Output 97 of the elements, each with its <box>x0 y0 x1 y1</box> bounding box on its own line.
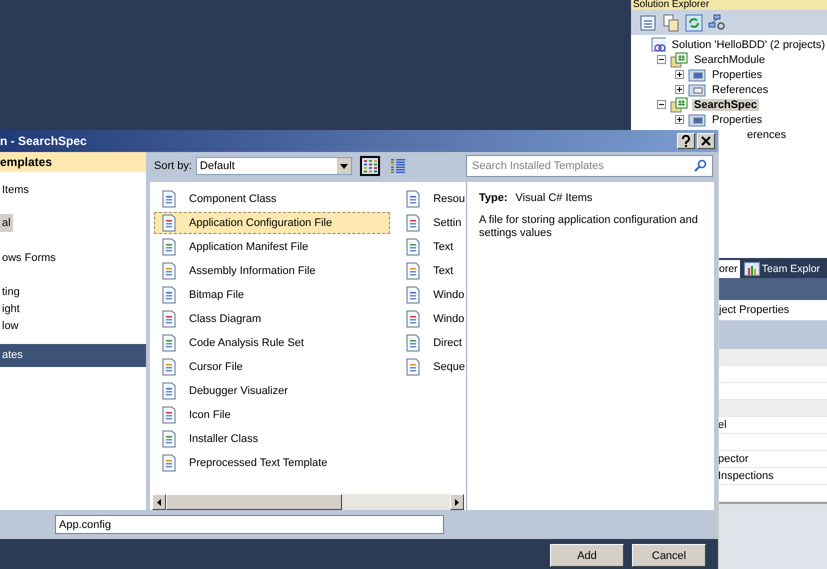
document-icon <box>405 190 422 208</box>
document-icon <box>161 214 177 232</box>
tree-item[interactable]: erences <box>745 128 788 140</box>
right-arrow-icon <box>455 498 459 506</box>
document-icon <box>405 214 422 232</box>
category-item[interactable]: ows Forms <box>0 252 58 264</box>
tree-item[interactable]: References <box>710 84 770 96</box>
expander-toggle[interactable] <box>657 100 666 109</box>
left-arrow-icon <box>157 498 161 506</box>
search-field[interactable]: Search Installed Templates <box>466 155 713 177</box>
sort-dropdown[interactable]: Default <box>196 157 352 175</box>
expander-toggle[interactable] <box>675 85 684 94</box>
scroll-left-button[interactable] <box>152 494 166 510</box>
category-item[interactable]: ight <box>0 303 22 315</box>
properties-icon[interactable] <box>639 14 657 32</box>
csharp-project-icon <box>670 52 688 68</box>
tree-item[interactable]: Properties <box>710 68 764 80</box>
add-button[interactable]: Add <box>550 544 624 567</box>
category-item[interactable]: Items <box>0 184 31 196</box>
document-icon <box>161 358 177 376</box>
help-button[interactable] <box>677 133 695 149</box>
template-item[interactable]: Application Manifest File <box>154 236 390 258</box>
close-button[interactable] <box>697 133 715 149</box>
document-icon <box>405 262 422 280</box>
cancel-button[interactable]: Cancel <box>632 544 706 567</box>
property-name: Inspections <box>718 470 774 482</box>
tree-item[interactable]: Solution 'HelloBDD' (2 projects) <box>670 38 827 50</box>
search-icon <box>694 159 707 172</box>
category-item[interactable]: ates <box>0 349 25 361</box>
tree-item[interactable]: SearchSpec <box>692 98 759 110</box>
document-icon <box>405 310 422 328</box>
template-item[interactable]: Seque <box>398 356 466 378</box>
refresh-icon[interactable] <box>685 14 703 32</box>
document-icon <box>405 286 422 304</box>
expander-toggle[interactable] <box>675 115 684 124</box>
template-item[interactable]: Windo <box>398 284 466 306</box>
medium-icons-view-button[interactable] <box>360 156 380 176</box>
template-item[interactable]: Resou <box>398 188 466 210</box>
template-item[interactable]: Settin <box>398 212 466 234</box>
csharp-project-icon <box>670 96 688 112</box>
template-item[interactable]: Text <box>398 236 466 258</box>
horizontal-scrollbar[interactable] <box>152 494 464 510</box>
document-icon <box>161 262 177 280</box>
document-icon <box>161 190 177 208</box>
document-icon <box>161 238 177 256</box>
template-item[interactable]: Component Class <box>154 188 390 210</box>
panel-tab[interactable]: orer <box>717 260 740 278</box>
bar-chart-icon <box>744 262 760 276</box>
document-icon <box>161 430 177 448</box>
template-item[interactable]: Code Analysis Rule Set <box>154 332 390 354</box>
diagram-search-icon[interactable] <box>708 14 726 32</box>
expander-toggle[interactable] <box>657 55 666 64</box>
category-item[interactable]: ting <box>0 286 22 298</box>
template-item[interactable]: Application Configuration File <box>154 212 390 234</box>
template-item[interactable]: Preprocessed Text Template <box>154 452 390 474</box>
file-name-field[interactable]: App.config <box>55 515 444 534</box>
type-label: Type: <box>479 192 508 204</box>
template-item[interactable]: Bitmap File <box>154 284 390 306</box>
folder-references-icon <box>688 82 706 98</box>
category-item[interactable]: al <box>0 214 13 232</box>
template-item[interactable]: Text <box>398 260 466 282</box>
scroll-right-button[interactable] <box>450 494 464 510</box>
panel-tab[interactable]: Team Explor <box>742 260 822 278</box>
document-icon <box>161 454 177 472</box>
template-description: A file for storing application configuration and settings values <box>479 214 699 240</box>
category-item[interactable]: low <box>0 320 21 332</box>
document-icon <box>161 286 177 304</box>
scrollbar-thumb[interactable] <box>166 494 342 510</box>
template-item[interactable]: Direct <box>398 332 466 354</box>
close-icon <box>701 136 711 146</box>
expander-toggle[interactable] <box>675 70 684 79</box>
document-icon <box>161 382 177 400</box>
document-icon <box>161 310 177 328</box>
copy-icon[interactable] <box>662 14 680 32</box>
solution-icon <box>650 36 666 52</box>
template-item[interactable]: Windo <box>398 308 466 330</box>
folder-properties-icon <box>688 66 706 82</box>
sort-label: Sort by: <box>154 160 192 172</box>
document-icon <box>405 334 422 352</box>
template-item[interactable]: Debugger Visualizer <box>154 380 390 402</box>
type-value: Visual C# Items <box>516 192 592 204</box>
help-icon <box>681 135 691 147</box>
template-item[interactable]: Cursor File <box>154 356 390 378</box>
document-icon <box>161 334 177 352</box>
category-header: emplates <box>0 152 146 172</box>
template-item[interactable]: Icon File <box>154 404 390 426</box>
tree-item[interactable]: Properties <box>710 114 764 126</box>
document-icon <box>405 238 422 256</box>
document-icon <box>405 358 422 376</box>
document-icon <box>161 406 177 424</box>
template-item[interactable]: Installer Class <box>154 428 390 450</box>
panel-title: Solution Explorer <box>631 0 827 10</box>
template-item[interactable]: Assembly Information File <box>154 260 390 282</box>
tree-item[interactable]: SearchModule <box>692 54 767 66</box>
folder-properties-icon <box>688 112 706 128</box>
window-title: n - SearchSpec <box>0 134 87 148</box>
template-item[interactable]: Class Diagram <box>154 308 390 330</box>
